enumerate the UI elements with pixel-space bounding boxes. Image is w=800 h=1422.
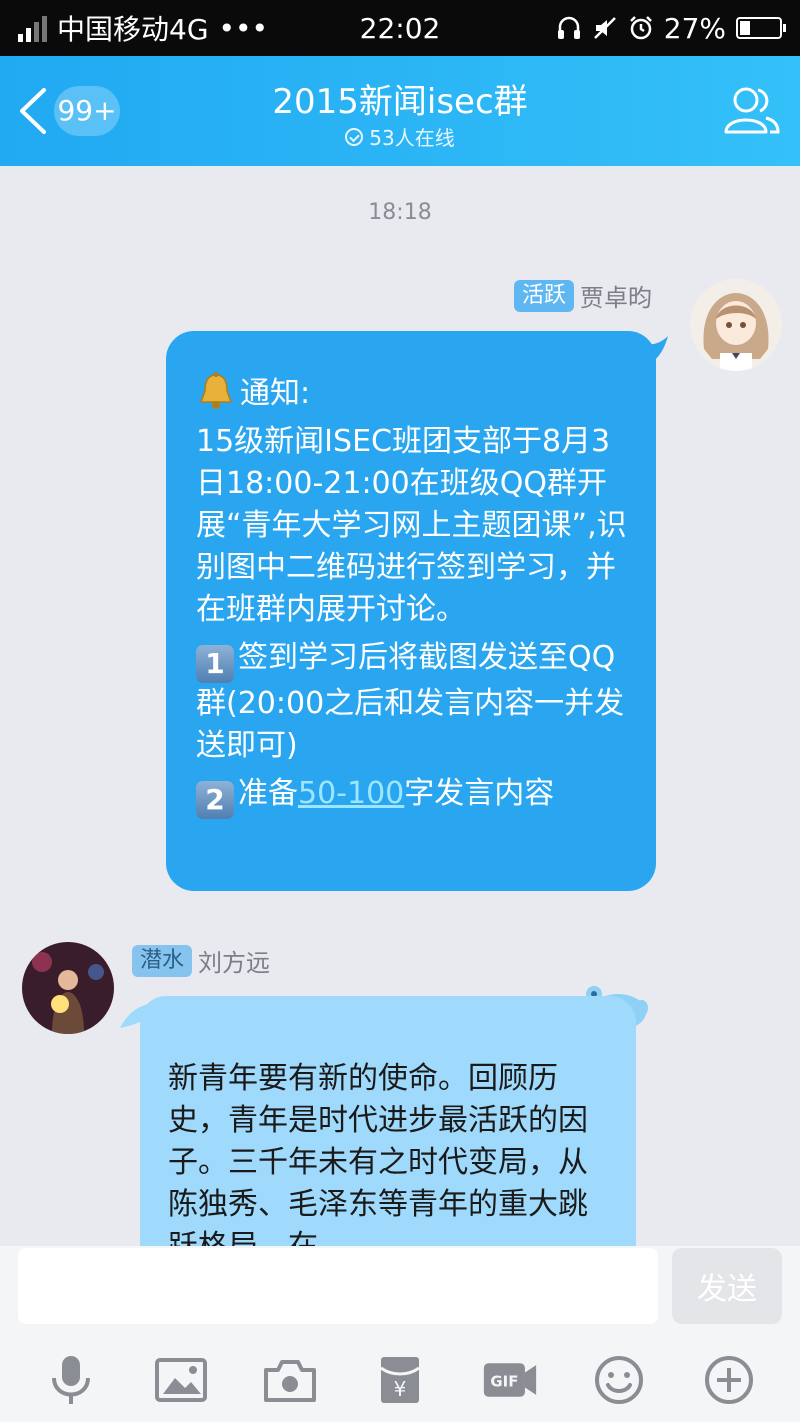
role-tag-active: 活跃 [514, 279, 575, 312]
message-bubble[interactable]: 新青年要有新的使命。回顾历史，青年是时代进步最活跃的因子。三千年未有之时代变局，… [140, 996, 636, 1246]
sender-line: 活跃 贾卓昀 [514, 278, 652, 313]
status-right: 27% [556, 11, 786, 45]
sender-line: 潜水 刘方远 [132, 943, 270, 978]
avatar[interactable] [690, 279, 782, 371]
notice-heading-line: 通知: [196, 371, 632, 415]
online-status[interactable]: 53人在线 [0, 122, 800, 151]
chat-header: 99+ 2015新闻isec群 53人在线 [0, 56, 800, 166]
headphones-icon [557, 16, 580, 39]
notice-item-1: 1 签到学习后将截图发送至QQ群(20:00之后和发言内容一并发送即可) [196, 637, 632, 767]
bell-icon [199, 372, 233, 409]
chat-area[interactable]: 18:18 活跃 贾卓昀 通知: 15级新闻ISEC班团支部于8月3日18:00… [0, 166, 800, 1246]
signal-icon [18, 14, 47, 42]
send-button[interactable]: 发送 [672, 1248, 782, 1324]
avatar-photo [22, 942, 114, 1034]
camera-icon[interactable] [262, 1352, 318, 1408]
message-input[interactable] [18, 1248, 658, 1324]
online-count: 53人在线 [369, 126, 455, 150]
group-members-icon[interactable] [722, 82, 782, 138]
avatar[interactable] [22, 942, 114, 1034]
notice-item-2: 2 准备50-100字发言内容 [196, 773, 632, 819]
message-bubble[interactable]: 通知: 15级新闻ISEC班团支部于8月3日18:00-21:00在班级QQ群开… [166, 331, 656, 891]
yuan-label: ¥ [394, 1377, 407, 1401]
phone-number-link[interactable]: 50-100 [298, 776, 404, 811]
notice-item-2-suffix: 字发言内容 [404, 776, 555, 811]
time-divider: 18:18 [368, 200, 432, 225]
status-bar: 中国移动4G ••• 22:02 27% [0, 0, 800, 56]
gif-label: GIF [490, 1373, 518, 1391]
image-icon[interactable] [153, 1352, 209, 1408]
battery-percent: 27% [663, 11, 726, 45]
group-title[interactable]: 2015新闻isec群 [0, 74, 800, 123]
message-text: 新青年要有新的使命。回顾历史，青年是时代进步最活跃的因子。三千年未有之时代变局，… [168, 1061, 588, 1246]
keycap-2-icon: 2 [196, 781, 234, 819]
input-toolbar: ¥ GIF [0, 1340, 800, 1420]
role-tag-diving: 潜水 [132, 944, 193, 977]
alarm-icon [629, 16, 652, 40]
notice-item-1-text: 签到学习后将截图发送至QQ群(20:00之后和发言内容一并发送即可) [196, 640, 625, 763]
emoji-icon[interactable] [591, 1352, 647, 1408]
battery-fill [740, 21, 751, 35]
sender-name[interactable]: 贾卓昀 [580, 278, 652, 313]
status-more: ••• [218, 11, 269, 45]
mute-icon [593, 17, 616, 39]
gif-icon[interactable]: GIF [482, 1352, 538, 1408]
notice-body: 15级新闻ISEC班团支部于8月3日18:00-21:00在班级QQ群开展“青年… [196, 424, 627, 627]
status-left: 中国移动4G ••• [18, 8, 268, 48]
battery-icon [736, 17, 786, 39]
input-bar: 发送 ¥ GIF [0, 1246, 800, 1422]
notice-item-2-prefix: 准备 [238, 776, 298, 811]
sender-name[interactable]: 刘方远 [198, 943, 270, 978]
avatar-illustration [690, 279, 782, 371]
online-check-icon [345, 127, 364, 146]
notice-heading: 通知: [240, 376, 311, 411]
plus-icon[interactable] [701, 1352, 757, 1408]
red-packet-icon[interactable]: ¥ [372, 1352, 428, 1408]
microphone-icon[interactable] [43, 1352, 99, 1408]
carrier-label: 中国移动4G [57, 13, 209, 46]
keycap-1-icon: 1 [196, 645, 234, 683]
